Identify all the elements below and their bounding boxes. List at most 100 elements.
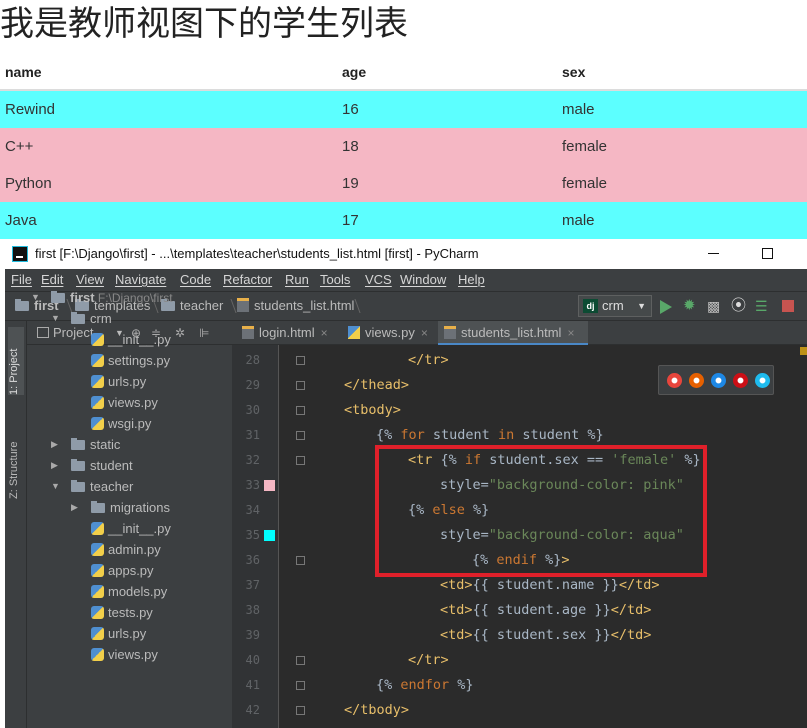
profile-icon[interactable]: ⦿	[731, 297, 749, 315]
fold-marker-icon[interactable]	[296, 556, 305, 565]
menu-window[interactable]: Window	[400, 269, 446, 291]
column-header-sex: sex	[562, 64, 586, 80]
tab-login-html[interactable]: login.html ×	[236, 321, 336, 345]
tree-item-text: migrations	[110, 500, 170, 515]
firefox-icon[interactable]	[689, 373, 704, 388]
code-token: </td>	[610, 602, 652, 618]
folder-icon	[91, 501, 105, 513]
fold-marker-icon[interactable]	[296, 406, 305, 415]
tree-item-text: __init__.py	[108, 521, 171, 536]
close-icon[interactable]: ×	[567, 326, 574, 340]
coverage-icon[interactable]: ▩	[707, 297, 725, 315]
fold-marker-icon[interactable]	[296, 381, 305, 390]
tree-item-label: settings.py	[91, 350, 170, 371]
line-number: 28	[245, 353, 260, 367]
run-icon[interactable]	[660, 300, 672, 314]
chevron-down-icon[interactable]: ▼	[51, 308, 60, 329]
fold-marker-icon[interactable]	[296, 431, 305, 440]
tree-item-text: urls.py	[108, 626, 147, 641]
minimize-button[interactable]	[708, 253, 719, 254]
breadcrumb-separator	[224, 299, 237, 313]
concurrency-icon[interactable]: ☰	[755, 297, 773, 315]
menu-file[interactable]: File	[11, 269, 32, 291]
tree-item-text: apps.py	[108, 563, 154, 578]
menu-refactor[interactable]: Refactor	[223, 269, 272, 291]
warning-marker[interactable]	[800, 347, 807, 355]
code-token: endfor	[400, 677, 450, 693]
cell-sex: female	[562, 175, 608, 192]
code-token: if	[464, 452, 482, 468]
python-file-icon	[91, 375, 104, 388]
fold-marker-icon[interactable]	[296, 356, 305, 365]
structure-tool-tab[interactable]: Z: Structure	[8, 415, 24, 499]
menu-tools[interactable]: Tools	[320, 269, 350, 291]
code-line: <td>{{ student.age }}</td>	[440, 598, 651, 623]
column-header-name: name	[5, 64, 42, 80]
tree-item-label: apps.py	[91, 560, 154, 581]
cell-age: 19	[342, 175, 359, 192]
fold-marker-icon[interactable]	[296, 681, 305, 690]
chevron-right-icon[interactable]: ▶	[71, 497, 78, 518]
cell-name: C++	[5, 138, 34, 155]
tree-item-text: first	[70, 290, 95, 305]
code-token: "background-color: pink"	[488, 477, 684, 493]
tab-students_list-html[interactable]: students_list.html ×	[438, 321, 588, 345]
opera-icon[interactable]	[733, 373, 748, 388]
tree-item-text: teacher	[90, 479, 134, 494]
code-token: {{ student.age }}	[472, 602, 611, 618]
tab-views-py[interactable]: views.py ×	[342, 321, 434, 345]
run-configuration-select[interactable]: dj crm ▼	[578, 295, 652, 317]
code-token: {{ student.name }}	[472, 577, 619, 593]
code-line: {% else %}	[408, 498, 489, 523]
html-file-icon	[444, 326, 456, 339]
cell-sex: male	[562, 212, 595, 229]
menu-vcs[interactable]: VCS	[365, 269, 392, 291]
open-in-browser-popup	[658, 365, 774, 395]
chevron-right-icon[interactable]: ▶	[51, 455, 58, 476]
code-line: <tbody>	[344, 398, 401, 423]
chevron-down-icon[interactable]: ▼	[31, 287, 40, 308]
table-row: C++ 18 female	[0, 128, 807, 165]
table-row: Rewind 16 male	[0, 91, 807, 128]
fold-marker-icon[interactable]	[296, 706, 305, 715]
menu-help[interactable]: Help	[458, 269, 485, 291]
tree-item-label: first F:\Django\first	[51, 287, 173, 309]
code-token: {%	[472, 552, 497, 568]
debug-icon[interactable]: ✹	[683, 297, 701, 315]
safari-icon[interactable]	[711, 373, 726, 388]
breadcrumb-students-list[interactable]: students_list.html	[237, 292, 354, 320]
fold-marker-icon[interactable]	[296, 656, 305, 665]
menu-code[interactable]: Code	[180, 269, 211, 291]
chevron-down-icon[interactable]: ▼	[51, 476, 60, 497]
close-icon[interactable]: ×	[321, 326, 328, 340]
code-token: </tr>	[408, 652, 449, 668]
gear-icon[interactable]: ✲	[175, 326, 185, 340]
close-icon[interactable]: ×	[421, 326, 428, 340]
stop-icon[interactable]	[782, 300, 794, 312]
chrome-icon[interactable]	[667, 373, 682, 388]
tree-item-text: views.py	[108, 647, 158, 662]
tree-item-text: crm	[90, 311, 112, 326]
folder-icon	[71, 480, 85, 492]
python-file-icon	[91, 606, 104, 619]
tab-label: login.html	[259, 325, 315, 340]
folder-icon	[15, 299, 29, 311]
tool-window-strip: 1: Project Z: Structure	[5, 321, 27, 728]
ie-icon[interactable]	[755, 373, 770, 388]
maximize-button[interactable]	[762, 248, 773, 259]
chevron-right-icon[interactable]: ▶	[51, 434, 58, 455]
menu-run[interactable]: Run	[285, 269, 309, 291]
code-token: </td>	[618, 577, 660, 593]
code-token: else	[432, 502, 465, 518]
project-tool-tab[interactable]: 1: Project	[8, 327, 24, 395]
column-header-age: age	[342, 64, 367, 80]
hide-icon[interactable]: ⊫	[199, 326, 209, 340]
code-editor[interactable]: 28 29 30 31 32 33 34 35 36 37 38 39 40 41 42 </tr> </th…	[232, 345, 807, 728]
code-token: endif	[496, 552, 538, 568]
cell-age: 17	[342, 212, 359, 229]
code-token: "background-color: aqua"	[488, 527, 684, 543]
fold-marker-icon[interactable]	[296, 456, 305, 465]
html-file-icon	[237, 298, 249, 312]
tree-item-text: urls.py	[108, 374, 147, 389]
code-token: style=	[440, 527, 489, 543]
